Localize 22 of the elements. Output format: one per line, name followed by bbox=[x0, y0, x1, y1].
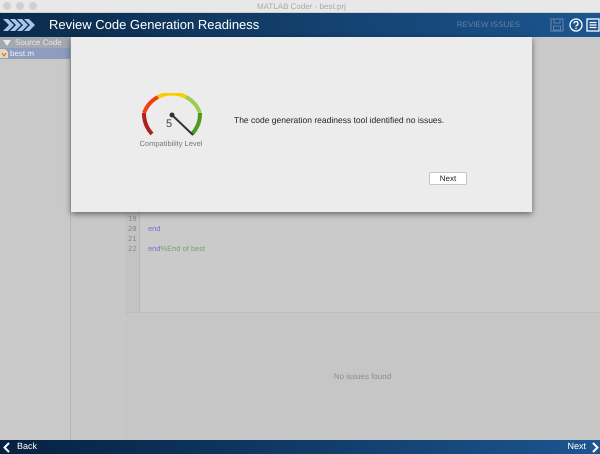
section-label: Source Code bbox=[15, 36, 62, 48]
step-label: REVIEW ISSUES bbox=[456, 19, 520, 31]
chevron-left-icon bbox=[3, 442, 10, 452]
gauge-drawing bbox=[141, 93, 203, 137]
minimize-icon[interactable] bbox=[16, 2, 24, 10]
menu-icon[interactable] bbox=[586, 18, 600, 32]
back-button[interactable]: Back bbox=[0, 440, 38, 454]
page-title: Review Code Generation Readiness bbox=[49, 16, 260, 34]
next-button[interactable]: Next bbox=[429, 172, 467, 185]
file-name: best.m bbox=[10, 48, 34, 60]
gauge-value: 5 bbox=[166, 117, 172, 132]
window-title: MATLAB Coder - best.prj bbox=[257, 1, 346, 13]
help-icon[interactable] bbox=[569, 18, 583, 32]
zoom-icon[interactable] bbox=[29, 2, 37, 10]
chevron-right-icon bbox=[592, 442, 599, 452]
file-icon bbox=[0, 49, 8, 58]
empty-message: No issues found bbox=[334, 370, 392, 382]
dialog-message: The code generation readiness tool identified no issues. bbox=[234, 114, 444, 127]
next-button[interactable]: Next bbox=[567, 440, 600, 454]
close-icon[interactable] bbox=[3, 2, 11, 10]
save-icon[interactable] bbox=[550, 18, 564, 32]
steps-icon[interactable] bbox=[3, 18, 36, 32]
